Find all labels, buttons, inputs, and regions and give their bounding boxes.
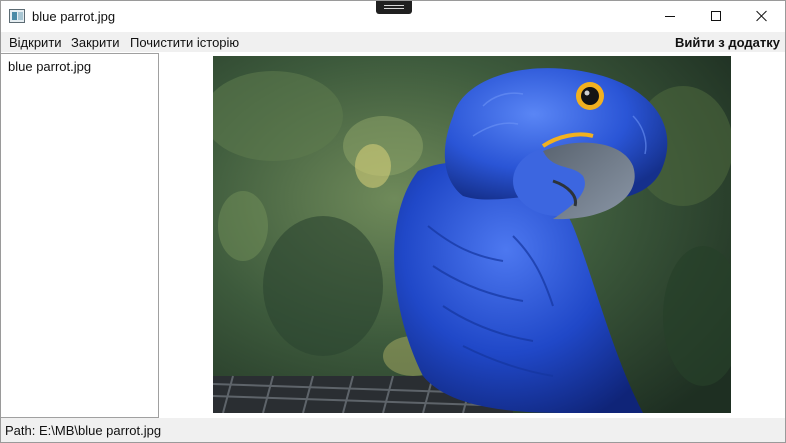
blue-parrot-image	[213, 56, 731, 413]
status-bar: Path: E:\MB\blue parrot.jpg	[1, 418, 785, 442]
menu-item-exit[interactable]: Вийти з додатку	[675, 35, 780, 50]
menu-item-open[interactable]: Відкрити	[9, 35, 62, 50]
minimize-button[interactable]	[647, 1, 693, 31]
history-item[interactable]: blue parrot.jpg	[8, 59, 91, 74]
history-list[interactable]: blue parrot.jpg	[1, 53, 159, 418]
app-window: blue parrot.jpg Відкрити Закрити Почисти…	[0, 0, 786, 443]
snap-layout-handle-icon[interactable]	[376, 1, 412, 14]
close-button[interactable]	[739, 1, 785, 31]
maximize-icon	[711, 11, 721, 21]
file-path-status: Path: E:\MB\blue parrot.jpg	[5, 423, 162, 438]
close-icon	[756, 10, 768, 22]
menu-item-clear-history[interactable]: Почистити історію	[130, 35, 239, 50]
window-title: blue parrot.jpg	[32, 9, 116, 24]
maximize-button[interactable]	[693, 1, 739, 31]
image-viewer-app-icon	[9, 9, 25, 23]
menu-bar: Відкрити Закрити Почистити історію Вийти…	[1, 32, 785, 52]
image-viewer	[159, 53, 785, 417]
menu-item-close[interactable]: Закрити	[71, 35, 119, 50]
minimize-icon	[665, 15, 675, 17]
title-bar[interactable]: blue parrot.jpg	[1, 1, 785, 32]
